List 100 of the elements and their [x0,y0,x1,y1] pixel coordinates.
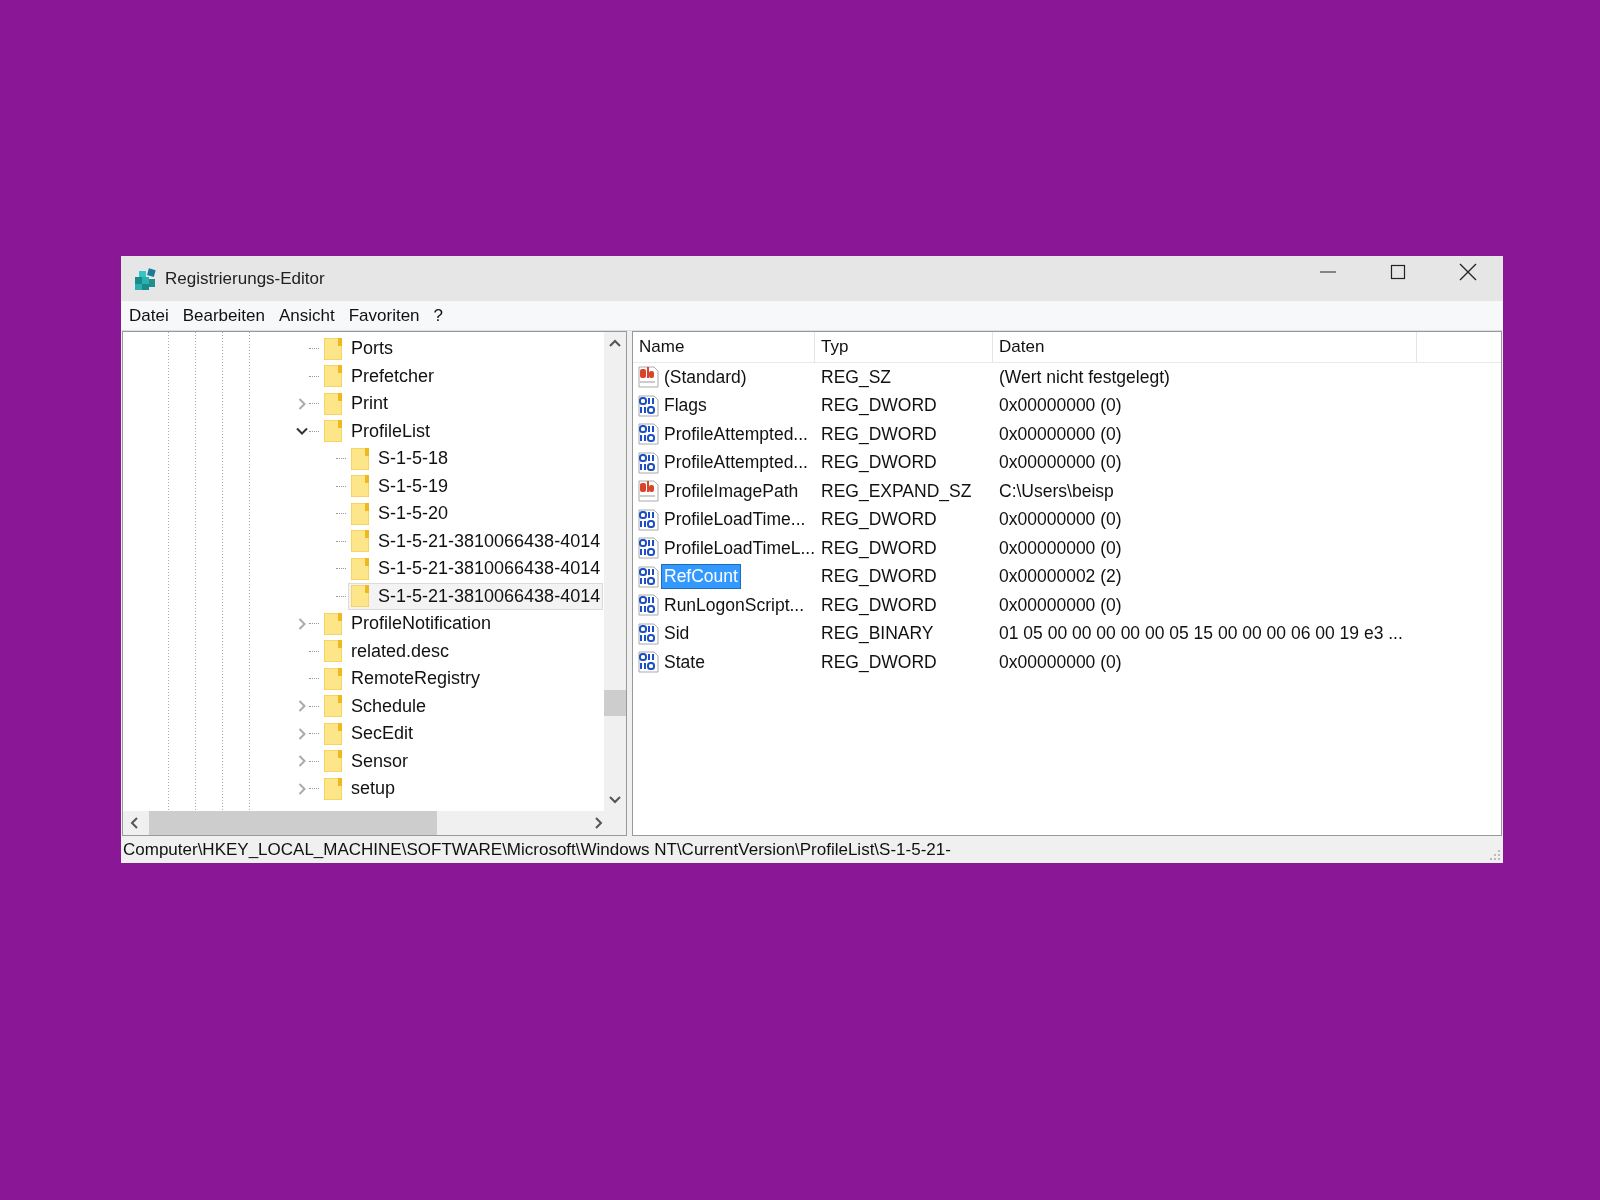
value-data: 01 05 00 00 00 00 00 05 15 00 00 00 06 00 19 e3 ... [998,623,1404,645]
column-header[interactable]: Typ [815,332,993,362]
binary-value-icon [637,651,659,674]
scroll-right-icon[interactable] [592,817,604,829]
value-type: REG_SZ [820,366,893,388]
scroll-thumb[interactable] [604,690,626,716]
folder-icon [324,640,342,663]
value-name[interactable]: ProfileAttempted... [661,421,811,447]
close-icon [1459,262,1477,281]
string-value-icon [637,480,659,503]
binary-value-icon [637,451,659,474]
menu-item[interactable]: ? [433,305,443,326]
value-type: REG_DWORD [820,509,938,531]
value-name[interactable]: ProfileLoadTime... [661,507,809,533]
tree-item[interactable]: Sensor [321,747,412,775]
value-name[interactable]: State [661,649,708,675]
value-name[interactable]: ProfileImagePath [661,478,802,504]
folder-icon [324,392,342,415]
resize-grip-icon[interactable] [1489,849,1501,861]
folder-icon [324,750,342,773]
chevron-right-icon[interactable] [296,727,308,740]
value-data: 0x00000000 (0) [998,651,1123,673]
folder-icon [324,612,342,635]
value-name[interactable]: ProfileAttempted... [661,450,811,476]
folder-icon [324,722,342,745]
tree-item[interactable]: SecEdit [321,720,417,748]
tree-item[interactable]: Schedule [321,692,430,720]
menu-item[interactable]: Favoriten [348,305,420,326]
menu-item[interactable]: Ansicht [278,305,335,326]
chevron-right-icon[interactable] [296,617,308,630]
key-path: Computer\HKEY_LOCAL_MACHINE\SOFTWARE\Microsoft\Windows NT\CurrentVersion\ProfileList\S-1-5-21- [123,839,952,860]
tree-item[interactable]: S-1-5-21-3810066438-4014 [348,582,604,610]
tree-item[interactable]: related.desc [321,637,453,665]
value-type: REG_EXPAND_SZ [820,480,973,502]
folder-icon [324,337,342,360]
value-type: REG_DWORD [820,452,938,474]
tree-item[interactable]: S-1-5-19 [348,472,452,500]
tree-item[interactable]: setup [321,775,399,803]
value-data: 0x00000000 (0) [998,423,1123,445]
folder-icon [324,365,342,388]
value-type: REG_DWORD [820,423,938,445]
value-type: REG_BINARY [820,623,935,645]
scroll-left-icon[interactable] [129,817,141,829]
menu-item[interactable]: Datei [129,305,169,326]
vertical-scrollbar[interactable] [604,332,626,811]
scroll-down-icon[interactable] [609,793,621,805]
chevron-right-icon[interactable] [296,755,308,768]
folder-icon [351,447,369,470]
maximize-icon [1390,263,1406,280]
value-type: REG_DWORD [820,395,938,417]
string-value-icon [637,366,659,389]
chevron-right-icon[interactable] [296,782,308,795]
value-type: REG_DWORD [820,651,938,673]
binary-value-icon [637,594,659,617]
folder-icon [351,585,369,608]
tree-item[interactable]: S-1-5-21-3810066438-4014 [348,527,604,555]
minimize-icon [1320,270,1336,273]
folder-icon [351,502,369,525]
tree-item[interactable]: ProfileNotification [321,610,495,638]
menu-item[interactable]: Bearbeiten [182,305,265,326]
value-data: 0x00000000 (0) [998,395,1123,417]
value-name[interactable]: (Standard) [661,364,750,390]
binary-value-icon [637,565,659,588]
value-data: 0x00000000 (0) [998,537,1123,559]
folder-icon [351,557,369,580]
binary-value-icon [637,423,659,446]
folder-icon [324,695,342,718]
column-header[interactable]: Daten [993,332,1417,362]
value-data: 0x00000002 (2) [998,566,1123,588]
tree-item[interactable]: RemoteRegistry [321,665,484,693]
chevron-right-icon[interactable] [296,700,308,713]
folder-icon [351,475,369,498]
value-name[interactable]: RunLogonScript... [661,592,808,618]
folder-icon [324,420,342,443]
value-name[interactable]: Flags [661,393,710,419]
folder-icon [351,530,369,553]
column-header[interactable]: Name [633,332,815,362]
value-data: 0x00000000 (0) [998,509,1123,531]
folder-icon [324,667,342,690]
tree-item[interactable]: S-1-5-20 [348,500,452,528]
tree-item[interactable]: Ports [321,335,396,363]
value-type: REG_DWORD [820,594,938,616]
chevron-right-icon[interactable] [296,397,308,410]
tree-item[interactable]: Print [321,390,391,418]
scroll-thumb[interactable] [149,811,437,835]
folder-icon [324,777,342,800]
binary-value-icon [637,508,659,531]
value-name[interactable]: ProfileLoadTimeL... [661,535,819,561]
tree-item[interactable]: S-1-5-18 [348,445,452,473]
value-name[interactable]: Sid [661,621,693,647]
window-title: Registrierungs-Editor [165,268,325,289]
value-data: 0x00000000 (0) [998,594,1123,616]
tree-item[interactable]: S-1-5-21-3810066438-4014 [348,555,604,583]
tree-item[interactable]: ProfileList [321,417,434,445]
binary-value-icon [637,622,659,645]
horizontal-scrollbar[interactable] [123,811,626,835]
value-data: C:\Users\beisp [998,480,1115,502]
value-data: 0x00000000 (0) [998,452,1123,474]
tree-item[interactable]: Prefetcher [321,362,438,390]
value-data: (Wert nicht festgelegt) [998,366,1171,388]
